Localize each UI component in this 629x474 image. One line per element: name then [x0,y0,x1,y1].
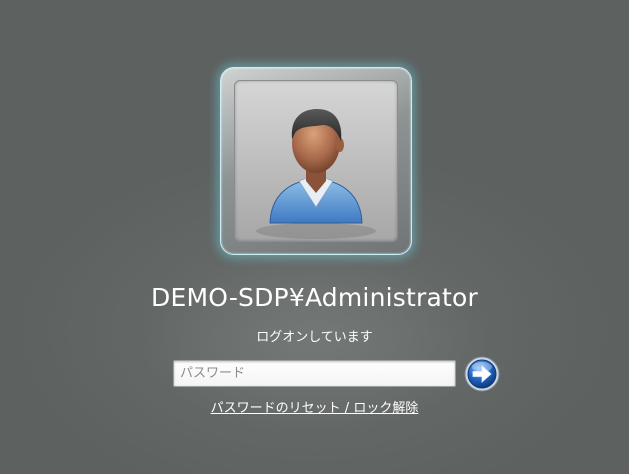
user-avatar-icon [256,109,376,239]
password-input[interactable] [173,360,456,387]
password-reset-link[interactable]: パスワードのリセット / ロック解除 [211,401,419,416]
submit-button[interactable] [463,355,501,393]
user-tile [220,67,412,255]
reset-link-row: パスワードのリセット / ロック解除 [0,397,629,416]
user-tile-inner [234,80,398,242]
logon-status-text: ログオンしています [256,330,373,345]
arrow-right-icon [464,356,500,392]
username-label: DEMO-SDP¥Administrator [151,283,478,312]
